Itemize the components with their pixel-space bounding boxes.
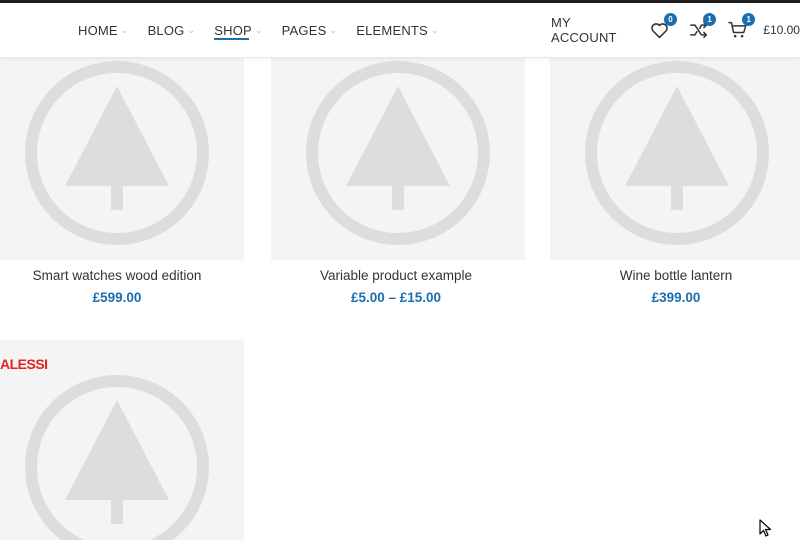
nav-item-shop[interactable]: SHOP ⌄: [214, 3, 262, 57]
tree-placeholder-icon: [25, 61, 209, 245]
nav-label: HOME: [78, 22, 118, 38]
nav-label: BLOG: [147, 22, 185, 38]
nav-item-home[interactable]: HOME ⌄: [78, 3, 129, 57]
cart-total[interactable]: £10.00: [763, 23, 800, 37]
chevron-down-icon: ⌄: [430, 24, 439, 35]
nav-label: SHOP: [214, 22, 252, 38]
product-image-placeholder[interactable]: [0, 40, 244, 260]
mouse-cursor-icon: [759, 519, 772, 537]
wishlist-count-badge: 0: [664, 13, 678, 26]
main-nav: HOME ⌄ BLOG ⌄ SHOP ⌄ PAGES ⌄ ELEMENTS ⌄: [78, 3, 458, 57]
nav-item-pages[interactable]: PAGES ⌄: [282, 3, 338, 57]
chevron-down-icon: ⌄: [187, 24, 196, 35]
cart-count-badge: 1: [742, 13, 756, 26]
wishlist-button[interactable]: 0: [650, 13, 678, 41]
compare-count-badge: 1: [703, 13, 717, 26]
nav-item-blog[interactable]: BLOG ⌄: [148, 3, 196, 57]
chevron-down-icon: ⌄: [120, 24, 129, 35]
brand-logo: ALESSI: [0, 356, 48, 372]
product-title[interactable]: Variable product example: [266, 268, 526, 283]
tree-placeholder-icon: [306, 61, 490, 245]
nav-label: PAGES: [281, 22, 327, 38]
nav-label: ELEMENTS: [356, 22, 428, 38]
product-title[interactable]: Smart watches wood edition: [0, 268, 247, 283]
compare-button[interactable]: 1: [689, 13, 717, 41]
site-header: HOME ⌄ BLOG ⌄ SHOP ⌄ PAGES ⌄ ELEMENTS ⌄ …: [0, 3, 800, 58]
tree-placeholder-icon: [585, 61, 769, 245]
tree-placeholder-icon: [25, 375, 209, 540]
product-image-placeholder[interactable]: [271, 40, 525, 260]
product-price: £599.00: [92, 290, 142, 305]
product-title[interactable]: Wine bottle lantern: [546, 268, 800, 283]
header-tools: MY ACCOUNT 0 1 1 £10.00: [551, 3, 800, 57]
chevron-down-icon: ⌄: [254, 24, 263, 35]
my-account-link[interactable]: MY ACCOUNT: [551, 15, 632, 45]
product-price: £5.00 – £15.00: [350, 290, 442, 305]
nav-item-elements[interactable]: ELEMENTS ⌄: [356, 3, 438, 57]
product-price: £399.00: [651, 290, 701, 305]
chevron-down-icon: ⌄: [329, 24, 338, 35]
product-image-placeholder[interactable]: [550, 40, 800, 260]
cart-button[interactable]: 1: [728, 13, 756, 41]
